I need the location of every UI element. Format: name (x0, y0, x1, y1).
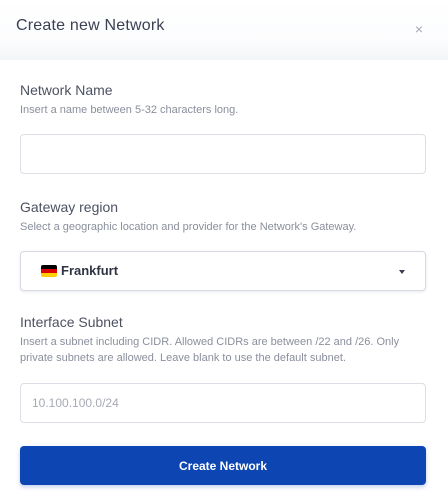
create-network-dialog: Create new Network × Network Name Insert… (0, 0, 448, 502)
gateway-region-value: Frankfurt (61, 263, 119, 278)
interface-subnet-label: Interface Subnet (20, 314, 123, 330)
network-name-input[interactable] (20, 134, 426, 174)
flag-stripe-gold (41, 273, 57, 277)
gateway-region-help: Select a geographic location and provide… (20, 221, 357, 233)
create-network-button[interactable]: Create Network (20, 446, 426, 485)
interface-subnet-help: Insert a subnet including CIDR. Allowed … (20, 336, 400, 364)
dialog-header: Create new Network × (0, 0, 448, 60)
dialog-title: Create new Network (16, 17, 165, 34)
germany-flag-icon (41, 265, 57, 277)
close-icon[interactable]: × (412, 22, 426, 36)
network-name-label: Network Name (20, 82, 113, 98)
gateway-region-label: Gateway region (20, 199, 119, 215)
network-name-help: Insert a name between 5-32 characters lo… (20, 104, 239, 116)
interface-subnet-input[interactable] (20, 383, 426, 423)
gateway-region-select[interactable]: Frankfurt (20, 251, 426, 291)
caret-down-icon (399, 270, 405, 274)
